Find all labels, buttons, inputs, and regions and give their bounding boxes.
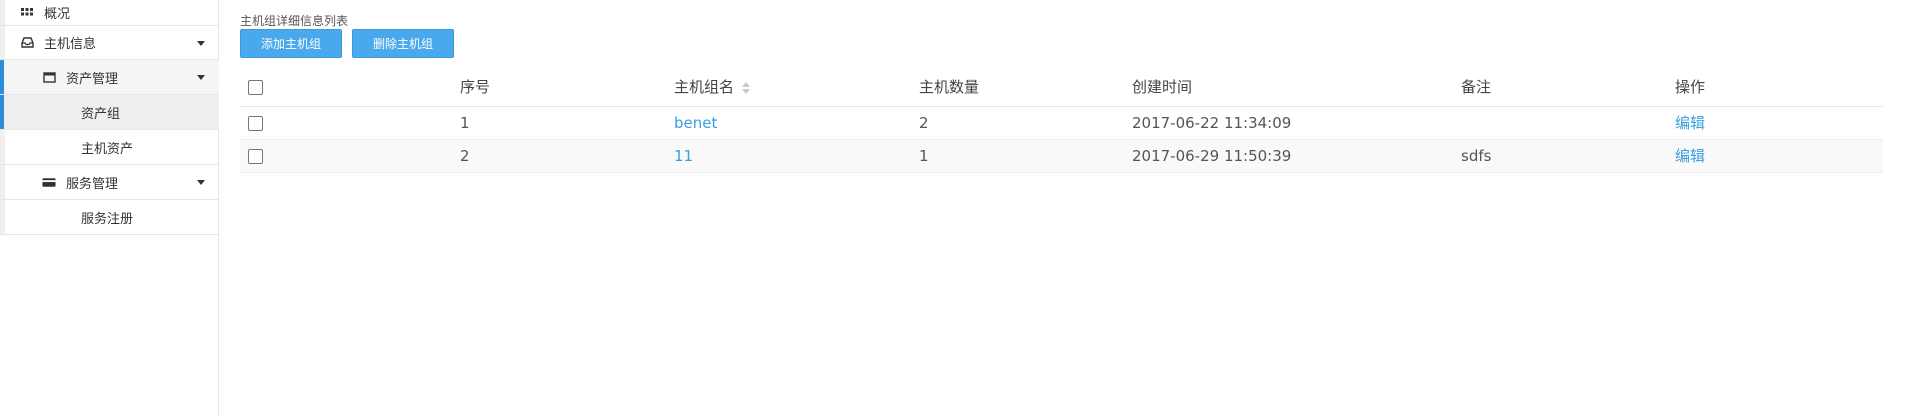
main-content: 主机组详细信息列表 添加主机组 删除主机组 序号 主机组名 主机数量 创建时间 … <box>220 0 1906 417</box>
delete-host-group-button[interactable]: 删除主机组 <box>352 29 454 58</box>
table-row: 1 benet 2 2017-06-22 11:34:09 编辑 <box>240 106 1883 140</box>
sidebar-item-label: 服务注册 <box>81 211 134 227</box>
page-title: 主机组详细信息列表 <box>240 14 349 28</box>
cell-name: 11 <box>674 139 919 173</box>
row-checkbox[interactable] <box>248 148 263 164</box>
row-select-cell <box>240 106 460 140</box>
cell-created: 2017-06-22 11:34:09 <box>1132 106 1461 140</box>
window-icon <box>42 70 56 84</box>
sidebar-item-label: 主机资产 <box>81 141 134 157</box>
cell-index: 2 <box>460 139 674 173</box>
column-header-count: 主机数量 <box>919 68 1132 107</box>
grid-icon <box>20 6 34 20</box>
table-row: 2 11 1 2017-06-29 11:50:39 sdfs 编辑 <box>240 139 1883 173</box>
cell-created: 2017-06-29 11:50:39 <box>1132 139 1461 173</box>
inbox-icon <box>20 36 34 50</box>
active-indicator <box>0 60 4 94</box>
host-group-link[interactable]: benet <box>674 114 717 132</box>
column-header-action: 操作 <box>1675 68 1883 107</box>
cell-count: 1 <box>919 139 1132 173</box>
cell-note <box>1461 106 1675 140</box>
caret-down-icon <box>197 180 205 185</box>
sidebar: 概况 主机信息 资产管理 资产组 主机资产 服务管理 服务注册 <box>0 0 219 417</box>
sidebar-item-label: 服务管理 <box>66 176 119 192</box>
edit-link[interactable]: 编辑 <box>1675 114 1705 132</box>
sort-icon[interactable] <box>742 81 751 94</box>
add-host-group-button[interactable]: 添加主机组 <box>240 29 342 58</box>
cell-action: 编辑 <box>1675 139 1883 173</box>
cell-count: 2 <box>919 106 1132 140</box>
sidebar-item-asset-management[interactable]: 资产管理 <box>0 60 219 95</box>
column-header-name-label: 主机组名 <box>674 78 735 97</box>
column-header-note: 备注 <box>1461 68 1675 107</box>
app-root: 概况 主机信息 资产管理 资产组 主机资产 服务管理 服务注册 主机组详细信息列… <box>0 0 1906 417</box>
column-header-created: 创建时间 <box>1132 68 1461 107</box>
select-all-cell <box>240 68 460 107</box>
cell-index: 1 <box>460 106 674 140</box>
sidebar-item-asset-group[interactable]: 资产组 <box>0 95 219 130</box>
sidebar-item-service-registration[interactable]: 服务注册 <box>0 200 219 235</box>
column-header-name[interactable]: 主机组名 <box>674 68 919 107</box>
table-header-row: 序号 主机组名 主机数量 创建时间 备注 操作 <box>240 68 1883 107</box>
row-select-cell <box>240 139 460 173</box>
host-group-table: 序号 主机组名 主机数量 创建时间 备注 操作 1 benet 2 2017-0… <box>240 68 1883 173</box>
cell-action: 编辑 <box>1675 106 1883 140</box>
cell-name: benet <box>674 106 919 140</box>
active-indicator <box>0 95 4 129</box>
select-all-checkbox[interactable] <box>248 79 263 95</box>
sidebar-item-label: 主机信息 <box>44 37 97 52</box>
row-checkbox[interactable] <box>248 115 263 131</box>
sidebar-item-overview[interactable]: 概况 <box>0 0 219 26</box>
sidebar-item-label: 资产管理 <box>66 71 119 87</box>
caret-down-icon <box>197 75 205 80</box>
sidebar-item-label: 概况 <box>44 7 71 22</box>
sidebar-item-host-info[interactable]: 主机信息 <box>0 26 219 60</box>
sidebar-item-host-assets[interactable]: 主机资产 <box>0 130 219 165</box>
host-group-link[interactable]: 11 <box>674 147 693 165</box>
card-icon <box>42 175 56 189</box>
sidebar-item-service-management[interactable]: 服务管理 <box>0 165 219 200</box>
cell-note: sdfs <box>1461 139 1675 173</box>
caret-down-icon <box>197 40 205 46</box>
sidebar-item-label: 资产组 <box>81 106 121 122</box>
column-header-index: 序号 <box>460 68 674 107</box>
edit-link[interactable]: 编辑 <box>1675 147 1705 165</box>
